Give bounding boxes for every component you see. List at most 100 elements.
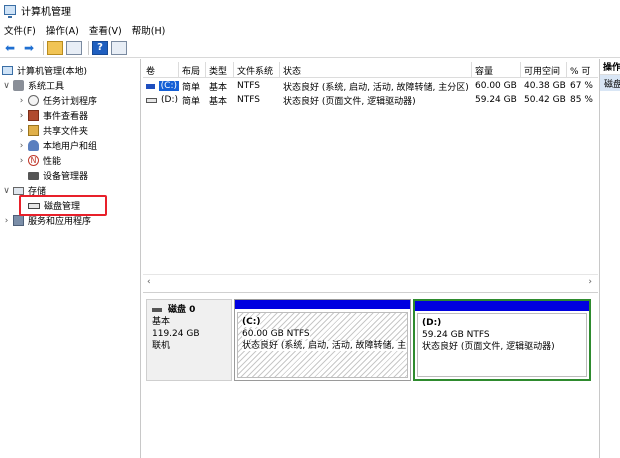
services-icon: [13, 215, 24, 226]
shared-folder-icon: [28, 125, 39, 136]
partition-body: (C:) 60.00 GB NTFS 状态良好 (系统, 启动, 活动, 故障转…: [237, 312, 408, 378]
horizontal-scrollbar[interactable]: ‹ ›: [143, 274, 598, 288]
scroll-left-icon[interactable]: ‹: [147, 277, 151, 287]
disk-info-panel[interactable]: 磁盘 0 基本 119.24 GB 联机: [146, 299, 232, 381]
action-item-disk[interactable]: 磁盘: [600, 75, 620, 91]
type-cell: 基本: [209, 82, 228, 93]
menu-action[interactable]: 操作(A): [46, 23, 79, 37]
actions-header: 操作: [600, 59, 620, 75]
up-folder-icon[interactable]: [47, 40, 63, 55]
free-space-cell: 50.42 GB: [524, 95, 566, 105]
menu-bar: 文件(F) 操作(A) 查看(V) 帮助(H): [0, 21, 620, 38]
highlight-box: [19, 195, 107, 216]
toolbar-separator: [43, 40, 44, 55]
chevron-right-icon[interactable]: ›: [17, 96, 26, 106]
tree-item-shared-folders[interactable]: › 共享文件夹: [17, 123, 88, 138]
tree-item-label: 任务计划程序: [43, 97, 98, 107]
column-header-layout[interactable]: 布局: [179, 62, 206, 78]
back-arrow-icon[interactable]: ⬅: [2, 41, 18, 55]
partition-bar: [235, 300, 410, 309]
volume-table-header: 卷 布局 类型 文件系统 状态 容量 可用空间 % 可: [143, 62, 598, 78]
help-icon[interactable]: ?: [92, 40, 108, 55]
title-bar: 计算机管理: [0, 0, 620, 20]
computer-icon: [2, 66, 13, 75]
table-row[interactable]: (C:) 简单 基本 NTFS 状态良好 (系统, 启动, 活动, 故障转储, …: [143, 79, 598, 93]
disk-icon: [152, 308, 162, 312]
partition-label: (D:): [422, 318, 442, 328]
properties-icon[interactable]: [111, 40, 127, 55]
chevron-down-icon[interactable]: ∨: [2, 81, 11, 91]
column-header-type[interactable]: 类型: [206, 62, 234, 78]
disk-type: 基本: [152, 317, 171, 327]
percent-free-cell: 85 %: [570, 95, 593, 105]
chevron-right-icon[interactable]: ›: [17, 111, 26, 121]
chevron-right-icon[interactable]: ›: [17, 156, 26, 166]
volume-cell: (C:): [143, 79, 179, 93]
column-header-percent-free[interactable]: % 可: [567, 62, 598, 78]
table-row[interactable]: (D:) 简单 基本 NTFS 状态良好 (页面文件, 逻辑驱动器) 59.24…: [143, 93, 598, 107]
tree-item-device-manager[interactable]: 设备管理器: [28, 168, 88, 183]
chevron-down-icon[interactable]: ∨: [2, 186, 11, 196]
actions-pane: 操作 磁盘: [599, 59, 620, 458]
tree-item-performance[interactable]: › N 性能: [17, 153, 61, 168]
menu-file[interactable]: 文件(F): [4, 23, 36, 37]
chevron-right-icon[interactable]: ›: [2, 216, 11, 226]
disk-name-row: 磁盘 0: [152, 304, 226, 316]
scroll-right-icon[interactable]: ›: [588, 277, 592, 287]
tree-item-label: 设备管理器: [43, 172, 89, 182]
drive-icon: [146, 83, 155, 89]
tree-item-label: 共享文件夹: [43, 127, 89, 137]
disk-graphical-view: 磁盘 0 基本 119.24 GB 联机 (C:) 60.00 GB NTFS …: [143, 292, 598, 458]
column-header-filesystem[interactable]: 文件系统: [234, 62, 280, 78]
capacity-cell: 60.00 GB: [475, 81, 517, 91]
tree-item-local-users[interactable]: › 本地用户和组: [17, 138, 97, 153]
performance-icon: N: [28, 155, 39, 166]
percent-free-cell: 67 %: [570, 81, 593, 91]
status-cell: 状态良好 (页面文件, 逻辑驱动器): [283, 96, 416, 107]
toolbar-separator: [88, 40, 89, 55]
tree-item-label: 事件查看器: [43, 112, 89, 122]
column-header-volume[interactable]: 卷: [143, 62, 179, 78]
partition-status: 状态良好 (系统, 启动, 活动, 故障转储, 主分: [242, 341, 407, 351]
navigation-tree: 计算机管理(本地) ∨ 系统工具 › 任务计划程序 › 事件查看器 › 共享文件…: [0, 59, 141, 458]
tree-item-root[interactable]: 计算机管理(本地): [2, 63, 87, 78]
forward-arrow-icon[interactable]: ➡: [21, 41, 37, 55]
toolbar: ⬅ ➡ ?: [0, 38, 620, 58]
tree-item-system-tools[interactable]: ∨ 系统工具: [2, 78, 64, 93]
computer-management-icon: [4, 5, 16, 18]
show-hide-tree-icon[interactable]: [66, 40, 82, 55]
status-cell: 状态良好 (系统, 启动, 活动, 故障转储, 主分区): [283, 82, 469, 93]
disk-size: 119.24 GB: [152, 329, 200, 339]
type-cell: 基本: [209, 96, 228, 107]
layout-cell: 简单: [182, 96, 201, 107]
partition-size: 60.00 GB NTFS: [242, 329, 310, 339]
menu-view[interactable]: 查看(V): [89, 23, 122, 37]
volume-name: (D:): [161, 95, 178, 105]
partition-size: 59.24 GB NTFS: [422, 330, 490, 340]
chevron-right-icon[interactable]: ›: [17, 141, 26, 151]
partition-d[interactable]: (D:) 59.24 GB NTFS 状态良好 (页面文件, 逻辑驱动器): [413, 299, 591, 381]
partition-c[interactable]: (C:) 60.00 GB NTFS 状态良好 (系统, 启动, 活动, 故障转…: [234, 299, 411, 381]
menu-help[interactable]: 帮助(H): [132, 23, 166, 37]
drive-icon: [146, 97, 157, 103]
partition-status: 状态良好 (页面文件, 逻辑驱动器): [422, 342, 555, 352]
column-header-free-space[interactable]: 可用空间: [521, 62, 567, 78]
filesystem-cell: NTFS: [237, 95, 260, 105]
tree-item-event-viewer[interactable]: › 事件查看器: [17, 108, 88, 123]
column-header-capacity[interactable]: 容量: [472, 62, 521, 78]
device-manager-icon: [28, 171, 39, 180]
disk-state: 联机: [152, 341, 171, 351]
chevron-right-icon[interactable]: ›: [17, 126, 26, 136]
storage-icon: [13, 186, 24, 195]
tree-item-label: 本地用户和组: [43, 142, 98, 152]
tree-item-task-scheduler[interactable]: › 任务计划程序: [17, 93, 97, 108]
free-space-cell: 40.38 GB: [524, 81, 566, 91]
tree-item-label: 性能: [43, 157, 62, 167]
main-pane: 卷 布局 类型 文件系统 状态 容量 可用空间 % 可 (C:) 简单 基本 N…: [143, 59, 598, 458]
partition-bar: [415, 301, 589, 311]
tree-item-label: 计算机管理(本地): [17, 67, 88, 77]
column-header-status[interactable]: 状态: [280, 62, 472, 78]
partition-body: (D:) 59.24 GB NTFS 状态良好 (页面文件, 逻辑驱动器): [417, 313, 587, 377]
tree-item-label: 系统工具: [28, 82, 65, 92]
capacity-cell: 59.24 GB: [475, 95, 517, 105]
